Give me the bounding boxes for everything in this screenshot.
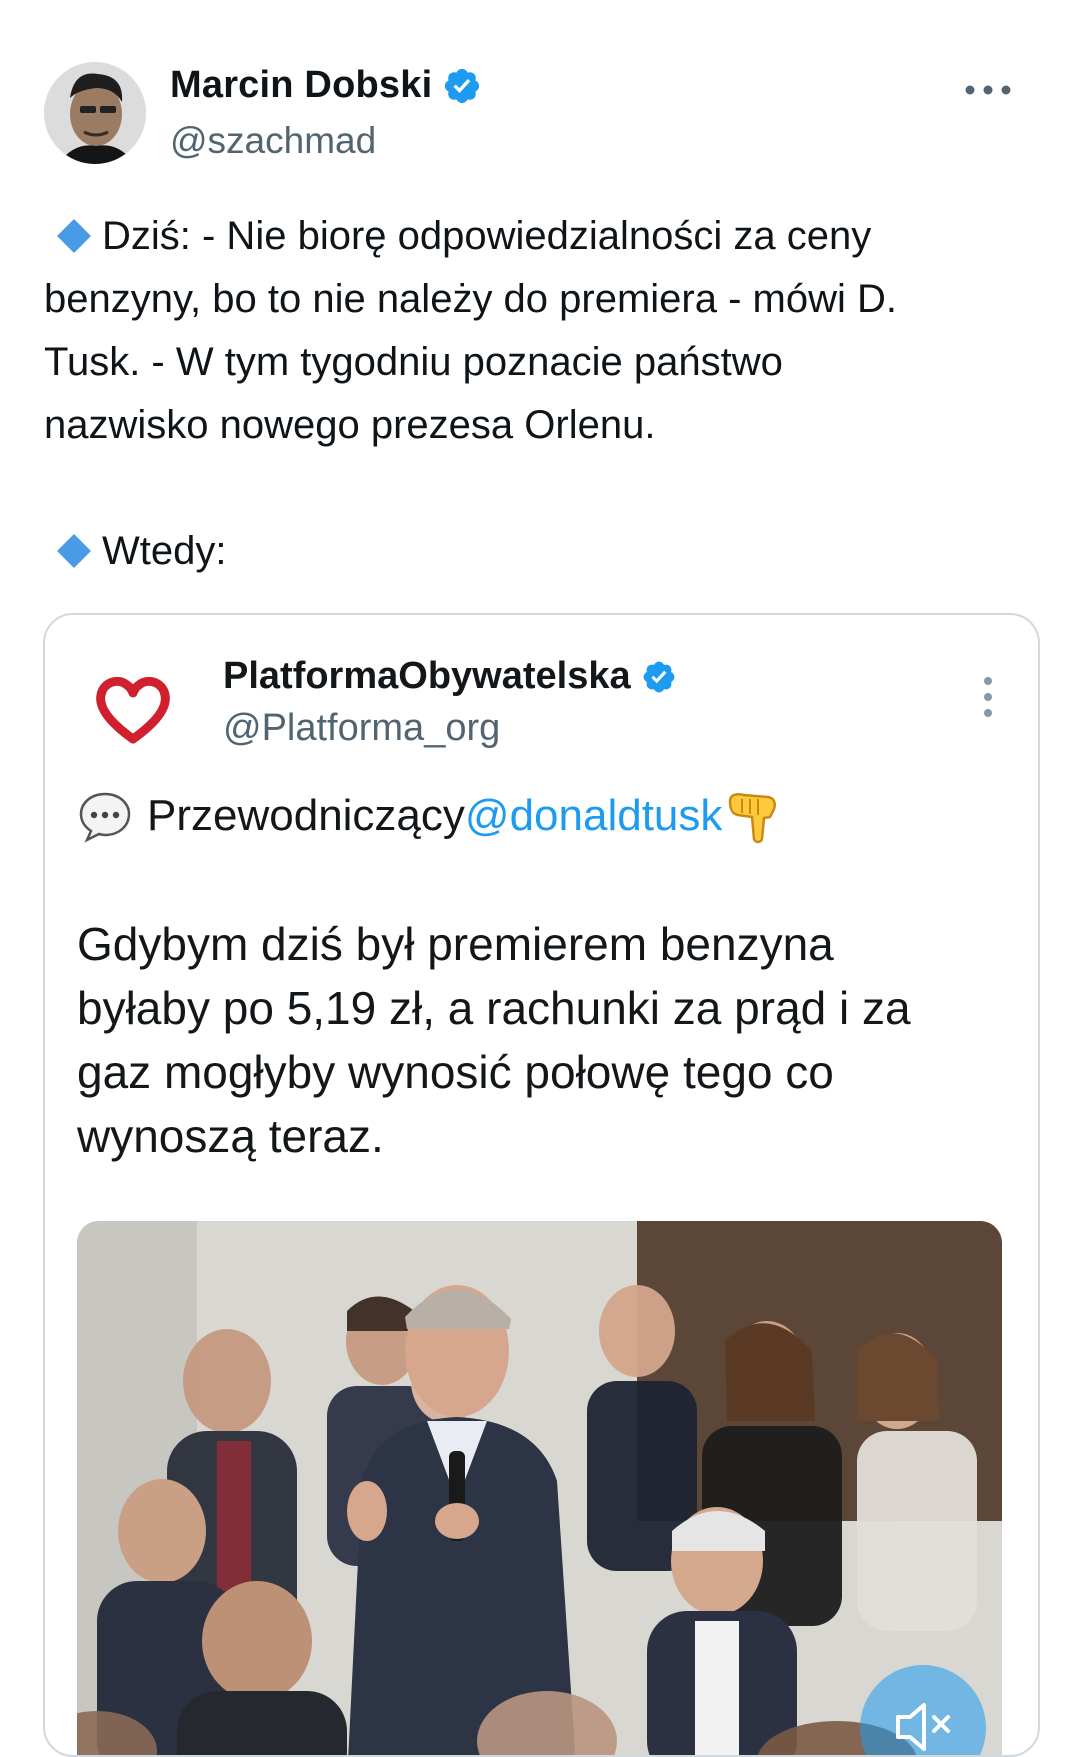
mention-link[interactable]: @donaldtusk <box>465 791 723 841</box>
author-name-row[interactable]: Marcin Dobski <box>170 64 482 107</box>
quoted-author-handle[interactable]: @Platforma_org <box>223 707 500 750</box>
quoted-body-line: Gdybym dziś był premierem benzyna <box>77 918 834 970</box>
tweet-text: Dziś: - Nie biorę odpowiedzialności za c… <box>44 205 1024 583</box>
tweet-text-line: Tusk. - W tym tygodniu poznacie państwo <box>44 340 783 384</box>
speech-bubble-icon <box>79 792 131 843</box>
quoted-body-line: gaz mogłyby wynosić połowę tego co <box>77 1046 834 1098</box>
quoted-author-display-name[interactable]: PlatformaObywatelska <box>223 655 631 698</box>
verified-badge-icon <box>643 661 674 692</box>
more-vertical-icon[interactable] <box>982 675 994 719</box>
quoted-intro-text: Przewodniczący <box>147 791 465 840</box>
quoted-tweet-card[interactable]: PlatformaObywatelska @Platforma_org Prze… <box>43 613 1040 1757</box>
heart-logo-icon <box>96 676 170 744</box>
user-avatar-icon <box>44 62 146 164</box>
author-handle[interactable]: @szachmad <box>170 120 376 162</box>
quoted-body-line: wynoszą teraz. <box>77 1110 384 1162</box>
tweet-text-line: nazwisko nowego prezesa Orlenu. <box>44 403 656 447</box>
quoted-body-line: byłaby po 5,19 zł, a rachunki za prąd i … <box>77 982 911 1034</box>
more-horizontal-icon[interactable] <box>960 70 1016 110</box>
speaker-muted-icon <box>896 1703 950 1751</box>
quoted-intro-line: Przewodniczący @donaldtusk <box>77 787 782 845</box>
quoted-tweet-body: Gdybym dziś był premierem benzyna byłaby… <box>77 912 1007 1168</box>
tweet-text-line: Wtedy: <box>44 520 1024 583</box>
blue-diamond-icon <box>57 533 91 568</box>
verified-badge-icon <box>445 68 480 103</box>
quoted-author-name-row[interactable]: PlatformaObywatelska <box>223 655 677 698</box>
media-photo[interactable] <box>77 1221 1002 1755</box>
mute-toggle-button[interactable] <box>860 1665 986 1755</box>
tweet-text-line: benzyny, bo to nie należy do premiera - … <box>44 277 897 321</box>
author-avatar[interactable] <box>44 62 146 164</box>
blue-diamond-icon <box>57 218 91 253</box>
pointing-down-hand-icon <box>729 793 777 844</box>
tweet-text-line: Dziś: - Nie biorę odpowiedzialności za c… <box>44 205 1024 268</box>
author-display-name[interactable]: Marcin Dobski <box>170 64 432 107</box>
